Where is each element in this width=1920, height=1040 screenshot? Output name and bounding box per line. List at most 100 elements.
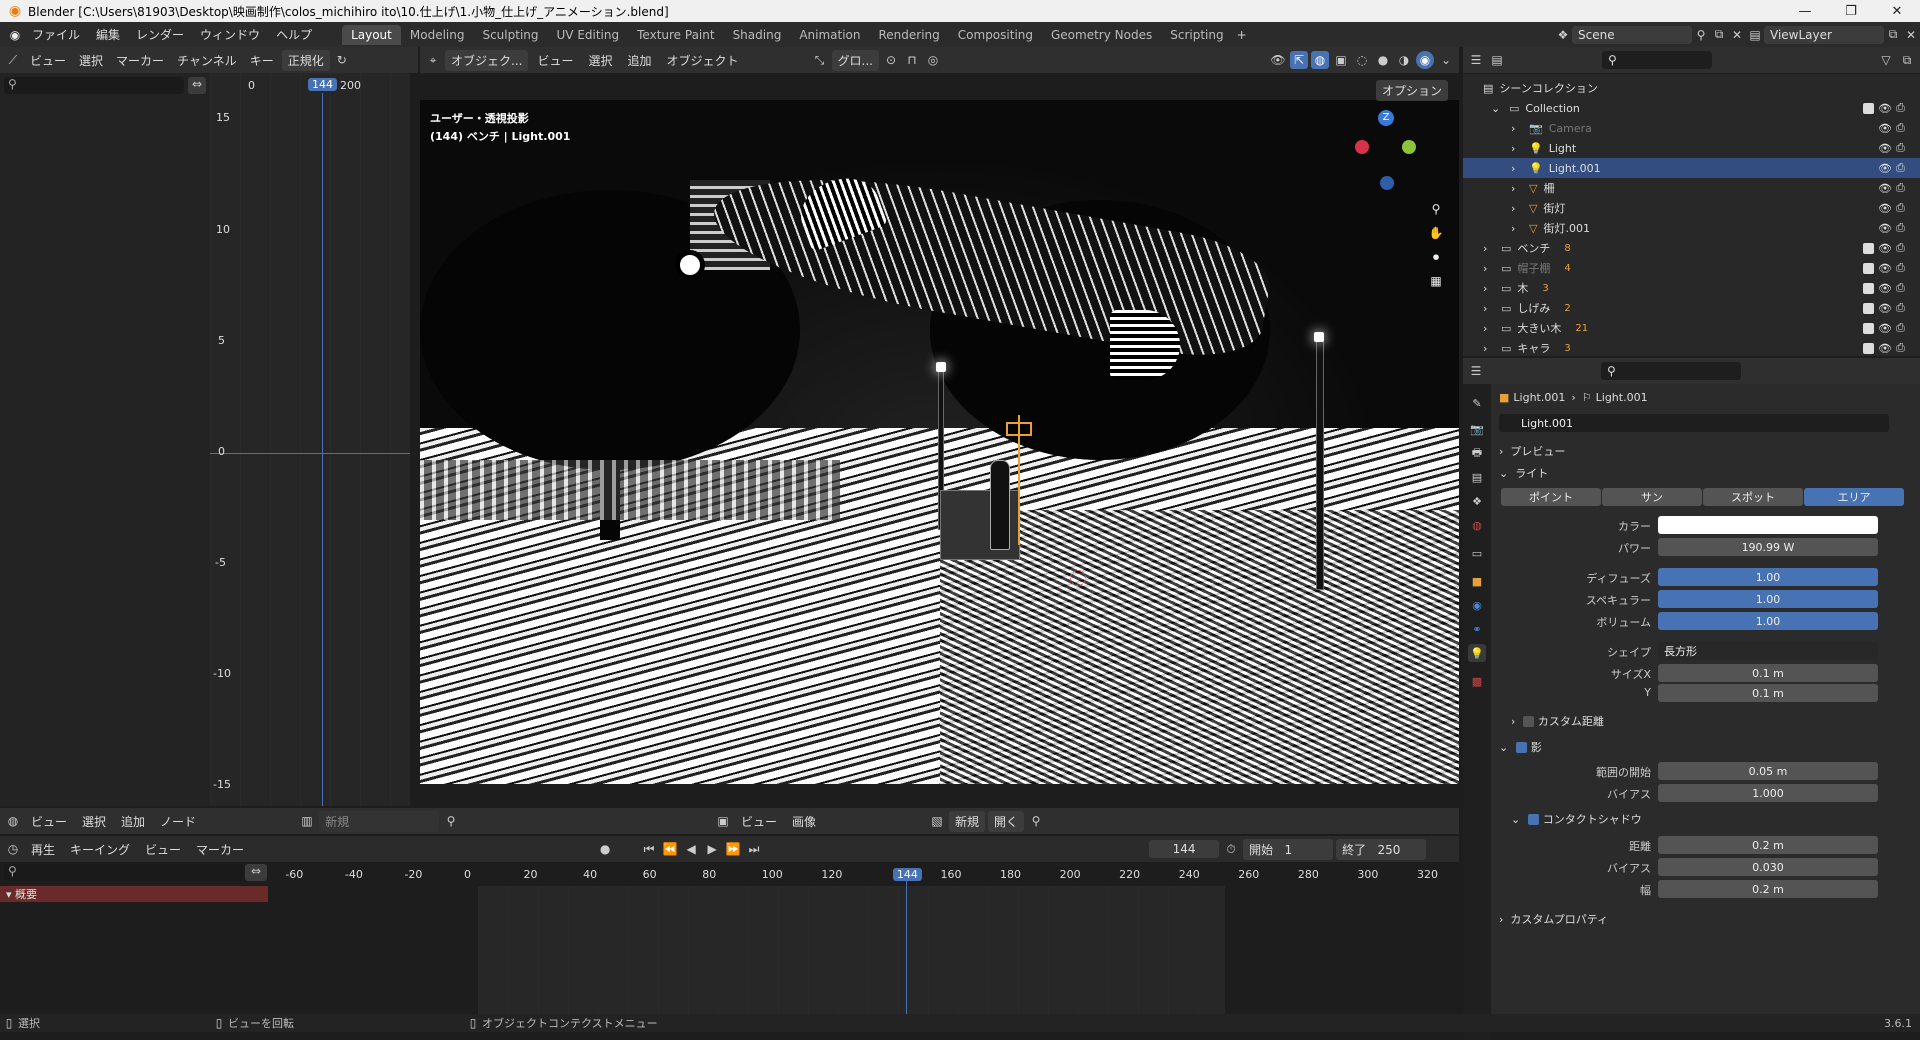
tab-modeling[interactable]: Modeling — [401, 25, 474, 45]
menu-render[interactable]: レンダー — [128, 26, 192, 43]
mode-selector[interactable]: オブジェク... — [445, 49, 529, 71]
timeline-menu-playback[interactable]: 再生 — [25, 841, 61, 858]
gizmo-neg-z-axis[interactable] — [1380, 176, 1394, 190]
chevron-right-icon[interactable]: › — [1483, 342, 1495, 355]
tab-animation[interactable]: Animation — [790, 25, 869, 45]
bias-field[interactable]: 1.000 — [1658, 784, 1878, 802]
xray-icon[interactable]: ▣ — [1332, 51, 1350, 69]
viewport-menu-select[interactable]: 選択 — [582, 52, 618, 69]
eye-icon[interactable]: 👁 — [1878, 282, 1896, 295]
shader-editor-type-icon[interactable]: ◍ — [4, 812, 22, 830]
timeline-editor-type-icon[interactable]: ◷ — [4, 840, 22, 858]
graph-menu-select[interactable]: 選択 — [74, 52, 108, 69]
scene-tab-icon[interactable]: ❖ — [1468, 492, 1486, 510]
outliner-scene-collection[interactable]: ▤ シーンコレクション — [1463, 78, 1920, 98]
chevron-right-icon[interactable]: › — [1511, 222, 1523, 235]
camera-render-icon[interactable]: ⎙ — [1896, 241, 1914, 255]
shadow-section[interactable]: ⌄ 影 — [1499, 736, 1904, 758]
color-swatch[interactable] — [1658, 516, 1878, 534]
light-type-point[interactable]: ポイント — [1501, 488, 1601, 506]
editor-type-icon[interactable]: ⟋ — [4, 51, 22, 69]
display-mode-icon[interactable]: ▤ — [1488, 51, 1506, 69]
exclude-checkbox[interactable] — [1863, 342, 1874, 354]
jump-end-icon[interactable]: ⏭ — [745, 840, 763, 858]
prev-keyframe-icon[interactable]: ⏪ — [661, 840, 679, 858]
camera-view-icon[interactable]: ⏺ — [1427, 248, 1445, 266]
camera-render-icon[interactable]: ⎙ — [1896, 121, 1914, 135]
eye-icon[interactable]: 👁 — [1878, 202, 1896, 215]
viewport-menu-add[interactable]: 追加 — [621, 52, 657, 69]
outliner-item[interactable]: › ▭ キャラ 3 👁 ⎙ — [1463, 338, 1920, 356]
shader-menu-view[interactable]: ビュー — [25, 813, 73, 830]
pan-hand-icon[interactable]: ✋ — [1427, 224, 1445, 242]
filter-icon[interactable]: ▽ — [1877, 51, 1895, 69]
properties-search-icon[interactable]: ⚲ — [1601, 362, 1741, 380]
refresh-icon[interactable]: ↻ — [333, 51, 351, 69]
section-light[interactable]: ⌄ ライト — [1499, 462, 1904, 484]
visibility-icon[interactable]: 👁 — [1269, 51, 1287, 69]
shading-solid-icon[interactable]: ● — [1374, 51, 1392, 69]
camera-render-icon[interactable]: ⎙ — [1896, 321, 1914, 335]
shader-pin-icon[interactable]: ⚲ — [442, 812, 460, 830]
timeline-swap-icon[interactable]: ⇔ — [245, 864, 267, 881]
3d-cursor[interactable] — [1070, 570, 1086, 586]
outliner-search-icon[interactable]: ⚲ — [1602, 51, 1712, 69]
eye-icon[interactable]: 👁 — [1878, 142, 1896, 155]
viewport-menu-object[interactable]: オブジェクト — [661, 52, 745, 69]
shader-type-icon[interactable]: ▥ — [298, 812, 316, 830]
tab-texture-paint[interactable]: Texture Paint — [628, 25, 723, 45]
jump-start-icon[interactable]: ⏮ — [640, 840, 658, 858]
exclude-checkbox[interactable] — [1863, 302, 1874, 314]
tab-layout[interactable]: Layout — [342, 24, 401, 45]
tool-tab-icon[interactable]: ✎ — [1468, 394, 1486, 412]
size-x-field[interactable]: 0.1 m — [1658, 664, 1878, 682]
chevron-right-icon[interactable]: › — [1511, 162, 1523, 175]
record-icon[interactable]: ● — [596, 840, 614, 858]
datablock-field[interactable]: Light.001 — [1499, 414, 1889, 432]
eye-icon[interactable]: 👁 — [1878, 302, 1896, 315]
maximize-button[interactable]: ❐ — [1828, 0, 1874, 22]
chevron-right-icon[interactable]: › — [1483, 302, 1495, 315]
custom-distance-section[interactable]: › カスタム距離 — [1511, 710, 1916, 732]
exclude-checkbox[interactable] — [1863, 262, 1874, 274]
outliner-item[interactable]: ⌄ ▭ Collection 👁 ⎙ — [1463, 98, 1920, 118]
proportional-edit-icon[interactable]: ◎ — [924, 51, 942, 69]
outliner-item[interactable]: › 💡 Light.001 👁 ⎙ — [1463, 158, 1920, 178]
chevron-right-icon[interactable]: › — [1483, 262, 1495, 275]
graph-menu-marker[interactable]: マーカー — [111, 52, 169, 69]
chevron-right-icon[interactable]: ⌄ — [1491, 102, 1503, 115]
swap-icon[interactable]: ⇔ — [188, 77, 206, 94]
camera-render-icon[interactable]: ⎙ — [1896, 341, 1914, 355]
outliner-item[interactable]: › ▽ 柵 👁 ⎙ — [1463, 178, 1920, 198]
tab-sculpting[interactable]: Sculpting — [473, 25, 547, 45]
chevron-right-icon[interactable]: › — [1511, 202, 1523, 215]
contact-bias-field[interactable]: 0.030 — [1658, 858, 1878, 876]
zoom-icon[interactable]: ⚲ — [1427, 200, 1445, 218]
camera-render-icon[interactable]: ⎙ — [1896, 141, 1914, 155]
object-tab-icon[interactable]: ■ — [1468, 572, 1486, 590]
camera-render-icon[interactable]: ⎙ — [1896, 181, 1914, 195]
image-new-button[interactable]: 新規 — [949, 810, 986, 832]
chevron-right-icon[interactable]: › — [1511, 142, 1523, 155]
clip-start-field[interactable]: 0.05 m — [1658, 762, 1878, 780]
exclude-checkbox[interactable] — [1863, 242, 1874, 254]
graph-region[interactable]: 0 144 200 15 10 5 0 -5 -10 -15 — [210, 73, 410, 806]
eye-icon[interactable]: 👁 — [1878, 222, 1896, 235]
tab-scripting[interactable]: Scripting — [1161, 25, 1232, 45]
eye-icon[interactable]: 👁 — [1878, 182, 1896, 195]
light-data-tab-icon[interactable]: 💡 — [1468, 644, 1486, 662]
timeline-menu-keying[interactable]: キーイング — [64, 841, 136, 858]
outliner-item[interactable]: › ▽ 街灯.001 👁 ⎙ — [1463, 218, 1920, 238]
snap-icon[interactable]: ⊓ — [903, 51, 921, 69]
shading-material-icon[interactable]: ◑ — [1395, 51, 1413, 69]
contact-shadow-checkbox[interactable] — [1527, 813, 1539, 825]
new-collection-icon[interactable]: ⧉ — [1898, 51, 1916, 69]
texture-tab-icon[interactable]: ▩ — [1468, 672, 1486, 690]
image-pin-icon[interactable]: ⚲ — [1027, 812, 1045, 830]
chevron-right-icon[interactable]: › — [1511, 122, 1523, 135]
viewport-editor-type-icon[interactable]: ⌖ — [424, 51, 442, 69]
eye-icon[interactable]: 👁 — [1878, 262, 1896, 275]
camera-render-icon[interactable]: ⎙ — [1896, 261, 1914, 275]
outliner-editor-type-icon[interactable]: ☰ — [1467, 51, 1485, 69]
gizmo-x-axis[interactable] — [1355, 140, 1369, 154]
